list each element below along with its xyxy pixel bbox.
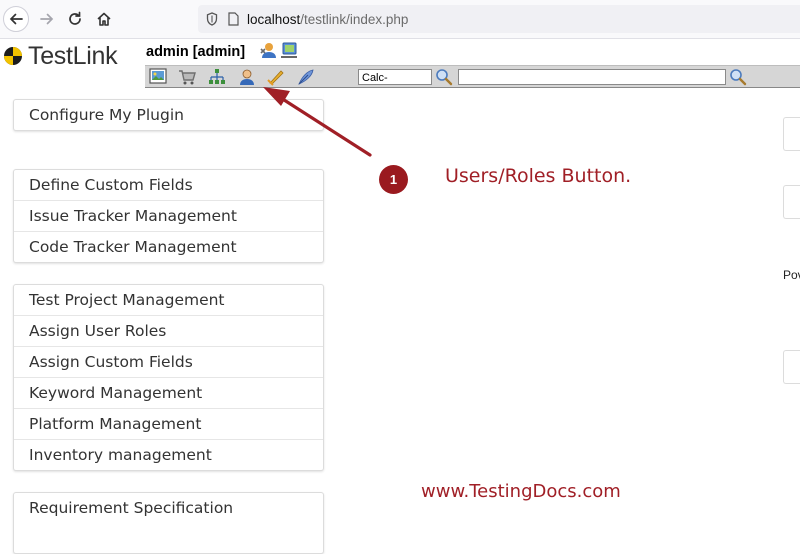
home-button[interactable] bbox=[91, 6, 117, 32]
menu-item-platform-management[interactable]: Platform Management bbox=[14, 409, 323, 440]
menu-item-configure-my-plugin[interactable]: Configure My Plugin bbox=[14, 100, 323, 130]
main-toolbar: Calc- bbox=[145, 65, 800, 88]
current-user: admin [admin] bbox=[146, 44, 246, 60]
logout-icon[interactable] bbox=[280, 41, 298, 59]
testproject-select[interactable]: Calc- bbox=[358, 69, 432, 85]
search-input[interactable] bbox=[458, 69, 726, 85]
plugin-panel: Configure My Plugin bbox=[13, 99, 324, 131]
right-panel-fragment bbox=[783, 185, 800, 219]
annotation-number-badge: 1 bbox=[379, 165, 408, 194]
menu-item-keyword-management[interactable]: Keyword Management bbox=[14, 378, 323, 409]
url-path: /testlink/index.php bbox=[300, 11, 409, 27]
url-bar[interactable]: localhost/testlink/index.php bbox=[198, 5, 800, 33]
user-settings-icon[interactable] bbox=[259, 41, 277, 59]
right-panel-fragment bbox=[783, 350, 800, 384]
menu-item-inventory-management[interactable]: Inventory management bbox=[14, 440, 323, 470]
feather-icon[interactable] bbox=[297, 68, 315, 86]
arrow-right-icon bbox=[40, 13, 54, 25]
tree-icon[interactable] bbox=[208, 68, 226, 86]
search-icon[interactable] bbox=[729, 68, 747, 86]
url-text: localhost/testlink/index.php bbox=[247, 12, 408, 27]
testlink-logo[interactable]: TestLink bbox=[3, 41, 118, 70]
reload-button[interactable] bbox=[62, 6, 88, 32]
project-panel: Test Project Management Assign User Role… bbox=[13, 284, 324, 471]
right-panel-fragment bbox=[783, 117, 800, 151]
search-icon[interactable] bbox=[435, 68, 453, 86]
menu-item-test-project-management[interactable]: Test Project Management bbox=[14, 285, 323, 316]
menu-item-issue-tracker-management[interactable]: Issue Tracker Management bbox=[14, 201, 323, 232]
system-config-panel: Define Custom Fields Issue Tracker Manag… bbox=[13, 169, 324, 263]
menu-item-code-tracker-management[interactable]: Code Tracker Management bbox=[14, 232, 323, 262]
home-icon bbox=[97, 12, 111, 26]
powered-by-text: Pov bbox=[783, 268, 800, 282]
menu-item-assign-user-roles[interactable]: Assign User Roles bbox=[14, 316, 323, 347]
requirements-panel: Requirement Specification bbox=[13, 492, 324, 554]
events-icon[interactable] bbox=[267, 68, 285, 86]
watermark-text: www.TestingDocs.com bbox=[421, 481, 621, 502]
forward-button[interactable] bbox=[34, 6, 60, 32]
menu-item-requirement-specification[interactable]: Requirement Specification bbox=[14, 493, 323, 523]
menu-item-assign-custom-fields[interactable]: Assign Custom Fields bbox=[14, 347, 323, 378]
logo-text: TestLink bbox=[28, 41, 118, 70]
logo-ball-icon bbox=[4, 47, 22, 65]
url-host: localhost bbox=[247, 11, 301, 27]
menu-item-define-custom-fields[interactable]: Define Custom Fields bbox=[14, 170, 323, 201]
browser-toolbar: localhost/testlink/index.php bbox=[0, 0, 800, 39]
page-icon bbox=[228, 12, 239, 26]
reload-icon bbox=[69, 11, 81, 25]
annotation-label: Users/Roles Button. bbox=[445, 165, 632, 187]
shield-icon bbox=[206, 12, 218, 26]
desktop-icon[interactable] bbox=[149, 68, 167, 86]
back-button[interactable] bbox=[3, 6, 29, 32]
cart-icon[interactable] bbox=[178, 68, 196, 86]
arrow-left-icon bbox=[9, 13, 23, 25]
user-icon[interactable] bbox=[238, 68, 256, 86]
